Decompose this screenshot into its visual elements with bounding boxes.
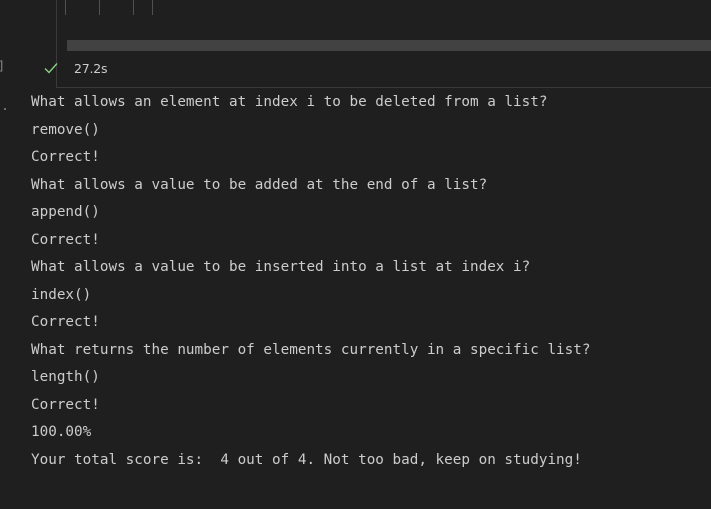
code-cell[interactable]: 2] print("Your total score is: ", points…: [0, 0, 711, 88]
output-line: What returns the number of elements curr…: [31, 341, 591, 358]
code-line[interactable]: print("Your total score is: ", points, "…: [57, 0, 711, 15]
output-line: Correct!: [31, 396, 100, 413]
output-line: 100.00%: [31, 424, 92, 440]
output-line: remove(): [31, 121, 100, 138]
output-line: What allows a value to be inserted into …: [31, 259, 531, 275]
output-line: length(): [31, 369, 100, 385]
output-line: Correct!: [31, 314, 100, 330]
output-collapse-dot-icon[interactable]: [4, 108, 6, 110]
cell-output-area: What allows an element at index i to be …: [0, 89, 711, 509]
check-icon: [44, 63, 58, 74]
output-line: Correct!: [31, 231, 100, 248]
output-line: append(): [31, 204, 100, 220]
output-line: Correct!: [31, 149, 100, 165]
cell-run-time: 27.2s: [74, 61, 108, 76]
output-line: What allows a value to be added at the e…: [31, 176, 488, 193]
horizontal-scrollbar-thumb[interactable]: [67, 40, 711, 51]
output-text-block: What allows an element at index i to be …: [31, 89, 711, 474]
output-line: What allows an element at index i to be …: [31, 94, 548, 110]
notebook-editor: 2] print("Your total score is: ", points…: [0, 0, 711, 509]
output-line: index(): [31, 286, 92, 303]
execution-count-label: 2]: [0, 59, 3, 73]
horizontal-scrollbar[interactable]: [57, 40, 711, 51]
output-line: Your total score is: 4 out of 4. Not too…: [31, 451, 582, 468]
